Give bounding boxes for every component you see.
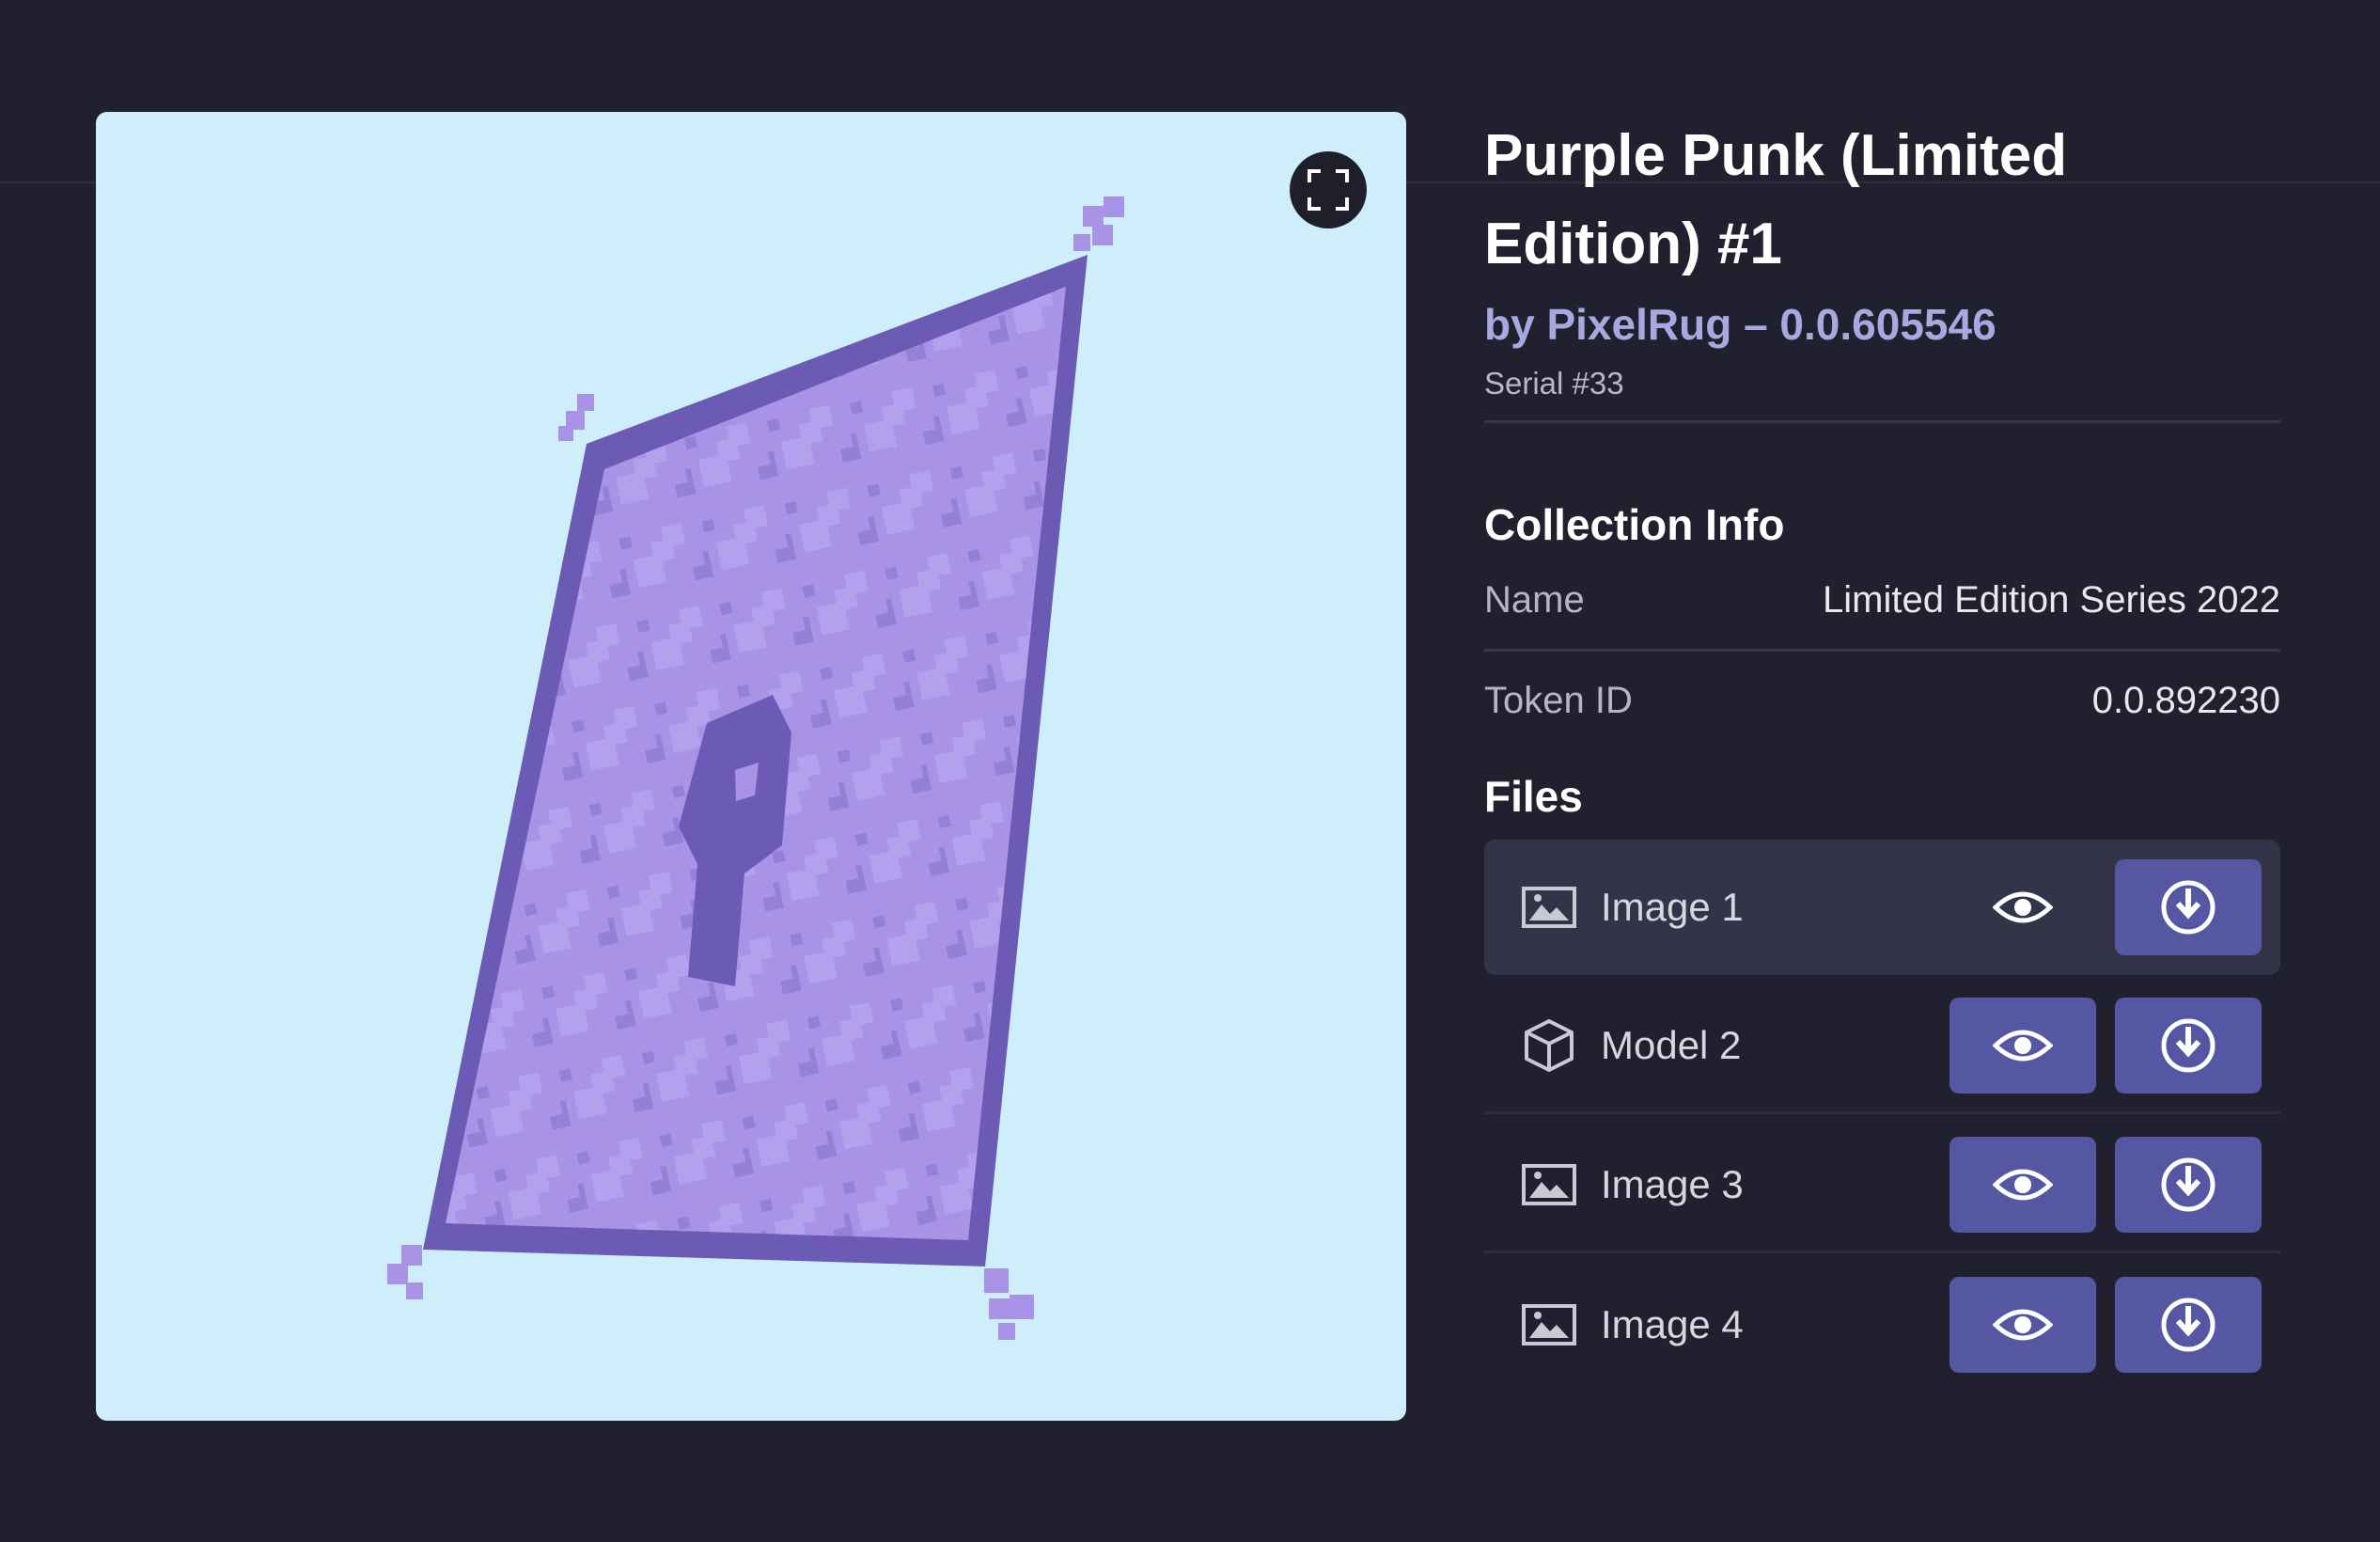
file-name: Image 4 (1601, 1302, 1744, 1346)
cube-icon (1520, 1016, 1578, 1075)
download-button[interactable] (2115, 1136, 2262, 1233)
item-details: Purple Punk (Limited Edition) #1 by Pixe… (1484, 112, 2280, 1396)
download-icon (2161, 1298, 2216, 1352)
view-button[interactable] (1949, 859, 2096, 955)
file-row-image-1[interactable]: Image 1 (1484, 840, 2280, 975)
download-button[interactable] (2115, 997, 2262, 1094)
token-id-row: Token ID 0.0.892230 (1484, 652, 2280, 749)
fullscreen-button[interactable] (1290, 151, 1367, 228)
download-icon (2161, 1157, 2216, 1211)
image-icon (1520, 878, 1578, 936)
download-button[interactable] (2115, 1277, 2262, 1373)
creator-byline[interactable]: by PixelRug – 0.0.605546 (1484, 296, 2280, 353)
view-button[interactable] (1949, 1277, 2096, 1373)
divider (1484, 420, 2280, 423)
token-id-value: 0.0.892230 (2091, 679, 2280, 721)
file-list: Image 1 Model 2 Image 3 Image 4 (1484, 840, 2280, 1393)
eye-icon (1993, 891, 2053, 923)
file-row-model-2[interactable]: Model 2 (1484, 979, 2280, 1114)
file-row-image-4[interactable]: Image 4 (1484, 1257, 2280, 1393)
file-row-image-3[interactable]: Image 3 (1484, 1118, 2280, 1253)
download-icon (2161, 1018, 2216, 1072)
view-button[interactable] (1949, 997, 2096, 1094)
model-viewer[interactable] (96, 112, 1406, 1421)
collection-info-heading: Collection Info (1484, 500, 1785, 549)
collection-name-row: Name Limited Edition Series 2022 (1484, 551, 2280, 652)
collection-name-value: Limited Edition Series 2022 (1823, 578, 2280, 621)
files-heading: Files (1484, 772, 1583, 821)
file-name: Model 2 (1601, 1022, 1742, 1067)
collection-name-label: Name (1484, 578, 1585, 621)
eye-icon (1993, 1169, 2053, 1200)
token-id-label: Token ID (1484, 679, 1633, 721)
download-icon (2161, 880, 2216, 935)
fullscreen-icon (1307, 169, 1349, 211)
serial-number: Serial #33 (1484, 366, 1624, 401)
item-title: Purple Punk (Limited Edition) #1 (1484, 123, 2068, 276)
file-name: Image 3 (1601, 1161, 1744, 1206)
eye-icon (1993, 1309, 2053, 1341)
download-button[interactable] (2115, 859, 2262, 955)
image-icon (1520, 1296, 1578, 1354)
image-icon (1520, 1156, 1578, 1214)
view-button[interactable] (1949, 1136, 2096, 1233)
rug-render (387, 197, 1124, 1340)
eye-icon (1993, 1030, 2053, 1061)
file-name: Image 1 (1601, 885, 1744, 929)
